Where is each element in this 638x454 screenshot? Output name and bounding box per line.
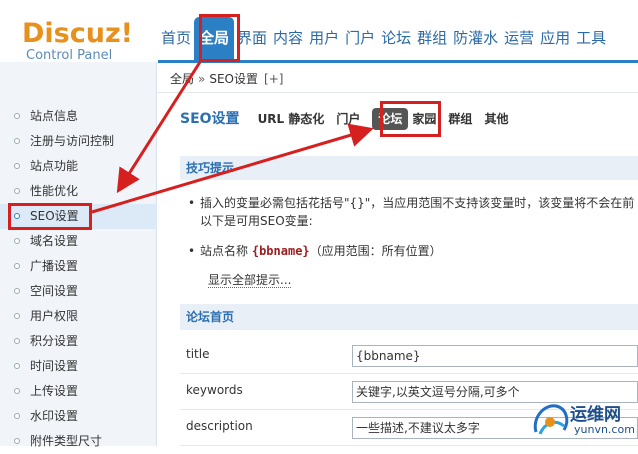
- bullet-icon: [14, 313, 20, 319]
- tips-panel: 技巧提示 • 插入的变量必需包括花括号"{}"，当应用范围不支持该变量时，该变量将…: [180, 156, 638, 294]
- add-shortcut-button[interactable]: [+]: [264, 72, 283, 86]
- bullet-icon: [14, 138, 20, 144]
- main-content: SEO设置 URL 静态化 门户 论坛 家园 群组 其他 技巧提示 • 插入的变量必需包括花括…: [158, 94, 638, 446]
- field-row-title: title {bbname}: [180, 338, 638, 374]
- highlight-global-tab: [199, 14, 240, 62]
- bullet-icon: [14, 263, 20, 269]
- sidebar-item-permissions[interactable]: 用户权限: [0, 304, 157, 329]
- field-label: title: [186, 347, 210, 361]
- sidebar-item-label: 站点信息: [30, 109, 79, 123]
- title-input[interactable]: {bbname}: [352, 345, 638, 367]
- breadcrumb-separator: »: [198, 72, 206, 86]
- variable-code: {bbname}: [251, 244, 310, 258]
- sidebar-item-label: 用户权限: [30, 309, 79, 323]
- sidebar-item-space[interactable]: 空间设置: [0, 279, 157, 304]
- tip-text: 插入的变量必需包括花括号"{}"，当应用范围不支持该变量时，该变量将不会在前: [200, 196, 635, 210]
- sidebar-item-watermark[interactable]: 水印设置: [0, 404, 157, 429]
- bullet-icon: [14, 288, 20, 294]
- breadcrumb-root[interactable]: 全局: [170, 72, 194, 86]
- watermark: 运维网 yunvn.com: [530, 396, 638, 446]
- sidebar-item-domain[interactable]: 域名设置: [0, 229, 157, 254]
- tips-heading: 技巧提示: [180, 156, 638, 180]
- sidebar-item-upload[interactable]: 上传设置: [0, 379, 157, 404]
- bullet-icon: [14, 413, 20, 419]
- sidebar-menu: 站点信息 注册与访问控制 站点功能 性能优化 SEO设置 域名设置 广播设置 空…: [0, 104, 157, 454]
- tip-line-1: • 插入的变量必需包括花括号"{}"，当应用范围不支持该变量时，该变量将不会在前: [188, 194, 635, 212]
- subtab-url-static[interactable]: URL 静态化: [258, 108, 325, 130]
- highlight-forum-tab: [380, 101, 441, 137]
- sidebar-item-label: 积分设置: [30, 334, 79, 348]
- tab-apps[interactable]: 应用: [537, 17, 573, 62]
- subtab-groups[interactable]: 群组: [448, 108, 472, 130]
- subtab-other[interactable]: 其他: [484, 108, 508, 130]
- watermark-url: yunvn.com: [574, 423, 635, 436]
- bullet-icon: [14, 363, 20, 369]
- sidebar-item-label: 水印设置: [30, 409, 79, 423]
- tab-operations[interactable]: 运营: [501, 17, 537, 62]
- header: Discuz! Control Panel 首页 全局 界面 内容 用户 门户 论坛 群组 防灌…: [0, 0, 638, 64]
- bullet-icon: [14, 163, 20, 169]
- sidebar-item-attachment-types[interactable]: 附件类型尺寸: [0, 429, 157, 454]
- tab-portal[interactable]: 门户: [342, 17, 378, 62]
- highlight-seo-item: [8, 203, 92, 230]
- sidebar-item-site-features[interactable]: 站点功能: [0, 154, 157, 179]
- tab-home[interactable]: 首页: [158, 17, 194, 62]
- breadcrumb: 全局 » SEO设置 [+]: [170, 70, 283, 87]
- sidebar-item-label: 域名设置: [30, 234, 79, 248]
- watermark-logo-icon: [533, 404, 569, 435]
- tab-content[interactable]: 内容: [270, 17, 306, 62]
- sidebar-item-label: 站点功能: [30, 159, 79, 173]
- sidebar-item-label: 注册与访问控制: [30, 134, 115, 148]
- sidebar-item-label: 时间设置: [30, 359, 79, 373]
- tab-tools[interactable]: 工具: [573, 17, 609, 62]
- sidebar-item-broadcast[interactable]: 广播设置: [0, 254, 157, 279]
- field-label: description: [186, 419, 253, 433]
- sidebar-item-registration[interactable]: 注册与访问控制: [0, 129, 157, 154]
- tab-groups[interactable]: 群组: [414, 17, 450, 62]
- logo[interactable]: Discuz! Control Panel: [22, 20, 133, 64]
- sidebar: 站点信息 注册与访问控制 站点功能 性能优化 SEO设置 域名设置 广播设置 空…: [0, 62, 157, 448]
- sidebar-item-site-info[interactable]: 站点信息: [0, 104, 157, 129]
- sidebar-item-label: 广播设置: [30, 259, 79, 273]
- breadcrumb-current: SEO设置: [209, 72, 259, 86]
- bullet-icon: [14, 438, 20, 444]
- tip-variable: • 站点名称 {bbname}（应用范围：所有位置）: [188, 242, 442, 260]
- bullet-icon: [14, 238, 20, 244]
- bullet-icon: [14, 388, 20, 394]
- sidebar-item-label: 空间设置: [30, 284, 79, 298]
- field-label: keywords: [186, 383, 243, 397]
- bullet-icon: •: [188, 244, 196, 258]
- watermark-text: 运维网: [570, 405, 621, 425]
- bullet-icon: [14, 188, 20, 194]
- sidebar-item-credits[interactable]: 积分设置: [0, 329, 157, 354]
- sidebar-item-performance[interactable]: 性能优化: [0, 179, 157, 204]
- variable-name: 站点名称: [200, 244, 249, 258]
- bullet-icon: •: [188, 196, 196, 210]
- tab-users[interactable]: 用户: [306, 17, 342, 62]
- tab-antispam[interactable]: 防灌水: [450, 17, 501, 62]
- tab-forum[interactable]: 论坛: [378, 17, 414, 62]
- breadcrumb-bar: 全局 » SEO设置 [+]: [158, 63, 638, 93]
- variable-scope: （应用范围：所有位置）: [309, 244, 442, 258]
- section-heading: 论坛首页: [180, 304, 638, 330]
- show-all-tips-link[interactable]: 显示全部提示...: [208, 273, 292, 288]
- sidebar-item-label: 上传设置: [30, 384, 79, 398]
- page-title: SEO设置: [180, 111, 240, 127]
- bullet-icon: [14, 113, 20, 119]
- tip-line-2: 以下是可用SEO变量:: [200, 214, 313, 228]
- sidebar-item-label: 性能优化: [30, 184, 79, 198]
- subtab-portal[interactable]: 门户: [336, 108, 360, 130]
- logo-brand: Discuz!: [22, 18, 133, 49]
- sidebar-item-time[interactable]: 时间设置: [0, 354, 157, 379]
- bullet-icon: [14, 338, 20, 344]
- sub-navigation: SEO设置 URL 静态化 门户 论坛 家园 群组 其他: [180, 108, 520, 132]
